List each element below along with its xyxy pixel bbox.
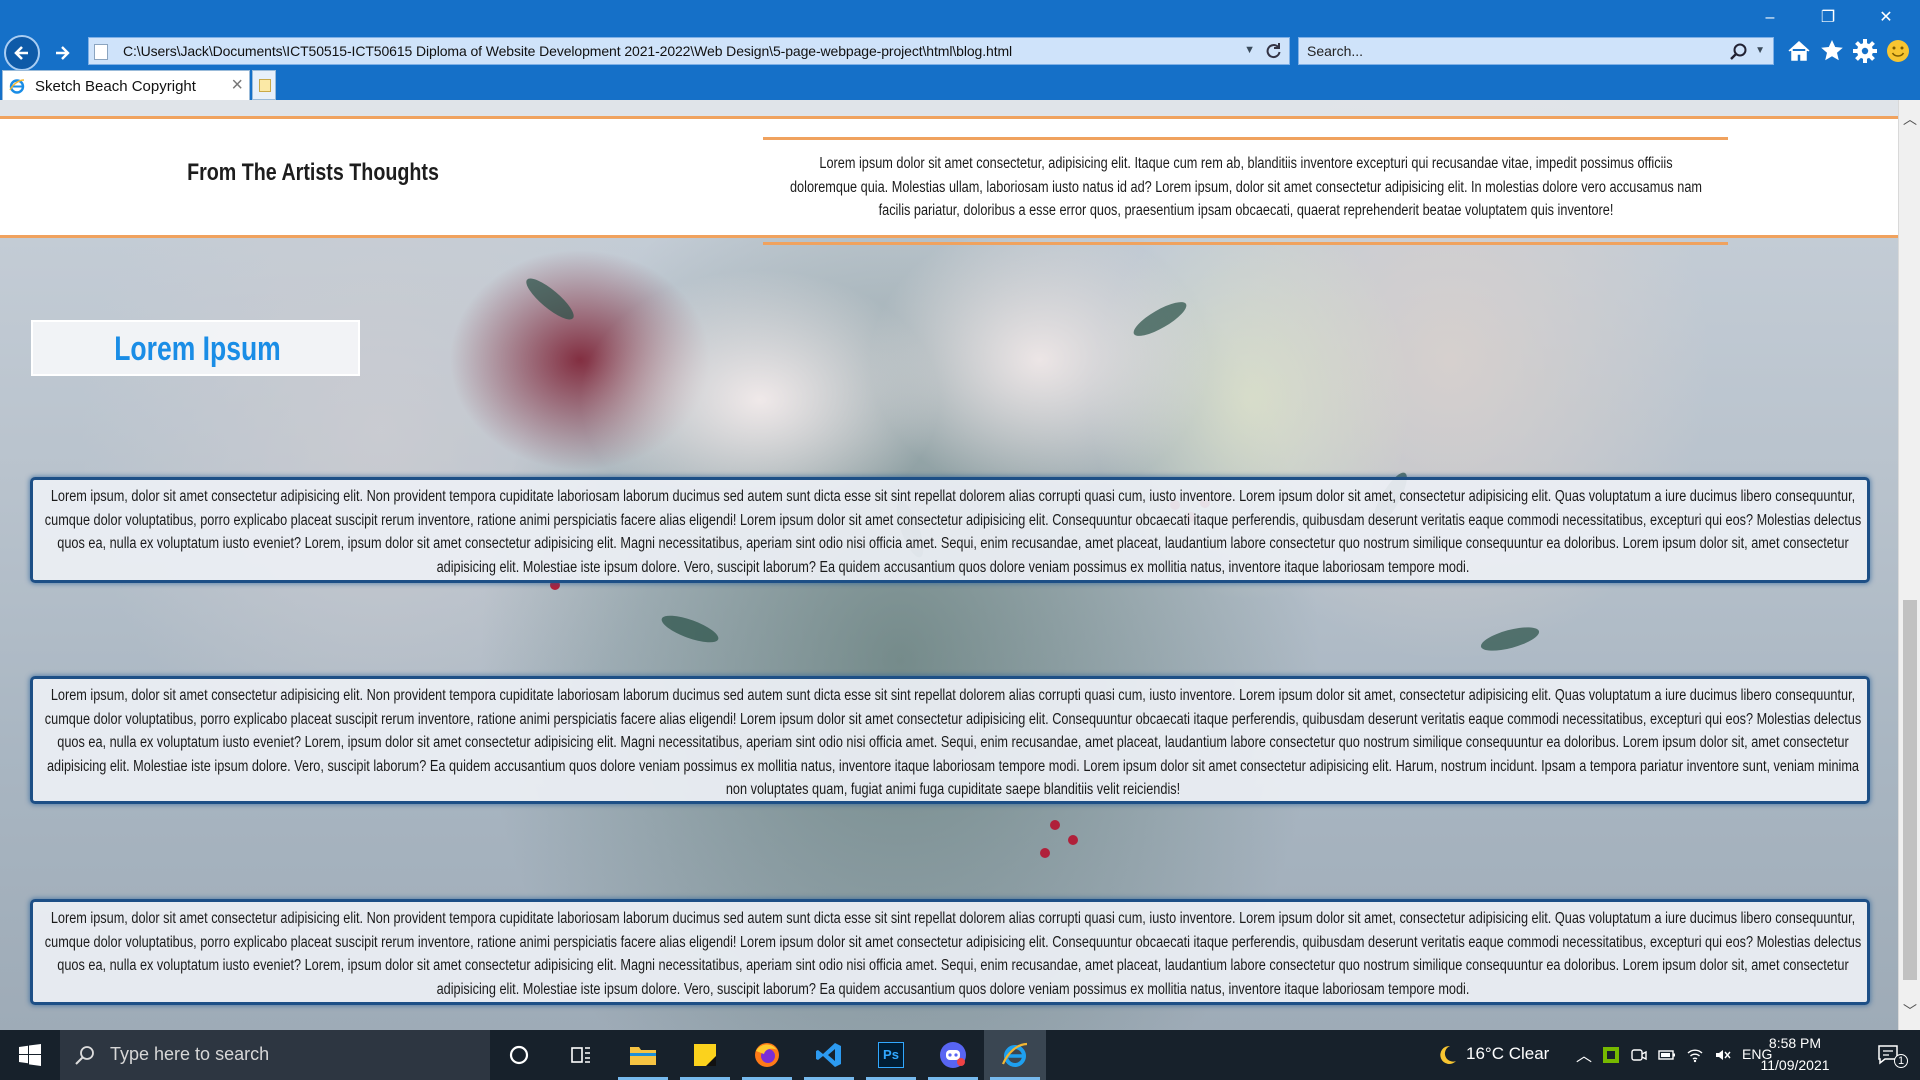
sticky-notes-button[interactable]	[674, 1030, 736, 1080]
favorites-star-icon[interactable]	[1818, 37, 1846, 65]
back-arrow-icon	[14, 46, 28, 60]
close-window-button[interactable]: ✕	[1866, 6, 1906, 30]
system-tray: 16°C Clear ︿ ENG 8:58 PM 11/09/2021 1	[1380, 1030, 1920, 1080]
page-viewport: From The Artists Thoughts Lorem ipsum do…	[0, 100, 1898, 1030]
firefox-button[interactable]	[736, 1030, 798, 1080]
vertical-scrollbar[interactable]: ︿ ﹀	[1898, 100, 1920, 1030]
search-dropdown-icon[interactable]: ▼	[1755, 45, 1765, 56]
discord-button[interactable]	[922, 1030, 984, 1080]
taskbar-search-box[interactable]: Type here to search	[60, 1030, 490, 1080]
show-hidden-icons-icon[interactable]: ︿	[1576, 1042, 1592, 1066]
tab-title: Sketch Beach Copyright	[35, 78, 196, 95]
file-explorer-button[interactable]	[612, 1030, 674, 1080]
background-leaf	[1129, 296, 1191, 342]
address-url[interactable]: C:\Users\Jack\Documents\ICT50515-ICT5061…	[123, 43, 1012, 59]
vscode-button[interactable]	[798, 1030, 860, 1080]
background-leaf	[1478, 622, 1542, 656]
smiley-feedback-icon[interactable]	[1884, 37, 1912, 65]
task-view-icon	[571, 1047, 590, 1063]
search-icon[interactable]	[1729, 42, 1749, 62]
moon-weather-icon	[1440, 1045, 1456, 1064]
scroll-down-arrow-icon[interactable]: ﹀	[1899, 1000, 1920, 1022]
cortana-button[interactable]	[488, 1030, 550, 1080]
home-icon[interactable]	[1785, 37, 1813, 65]
search-input[interactable]	[1307, 42, 1707, 60]
weather-text[interactable]: 16°C Clear	[1466, 1044, 1549, 1064]
address-dropdown-icon[interactable]: ▼	[1244, 44, 1255, 56]
browser-chrome: – ❐ ✕ C:\Users\Jack\Documents\ICT50515-I…	[0, 0, 1920, 100]
lorem-ipsum-heading: Lorem Ipsum	[114, 330, 281, 368]
background-berry	[1068, 835, 1078, 845]
wifi-icon[interactable]	[1686, 1046, 1704, 1064]
tab-bar: Sketch Beach Copyright ×	[0, 70, 1920, 100]
restore-button[interactable]: ❐	[1808, 6, 1848, 30]
discord-icon	[940, 1042, 966, 1068]
firefox-icon	[755, 1043, 779, 1067]
artist-thoughts-text: Lorem ipsum dolor sit amet consectetur, …	[789, 155, 1703, 219]
page-top-strip	[0, 100, 1898, 116]
blog-text-card: Lorem ipsum, dolor sit amet consectetur …	[30, 899, 1870, 1005]
forward-button[interactable]	[46, 37, 78, 69]
tab-close-icon[interactable]: ×	[231, 74, 243, 96]
meet-now-icon[interactable]	[1630, 1046, 1648, 1064]
forward-arrow-icon	[56, 46, 70, 60]
task-view-button[interactable]	[550, 1030, 612, 1080]
windows-logo-icon	[19, 1044, 41, 1066]
new-tab-button[interactable]	[252, 70, 276, 100]
volume-muted-icon[interactable]	[1714, 1046, 1732, 1064]
background-leaf	[658, 610, 722, 648]
start-button[interactable]	[0, 1030, 60, 1080]
scroll-up-arrow-icon[interactable]: ︿	[1899, 108, 1920, 130]
photoshop-icon: Ps	[878, 1042, 904, 1068]
ie-tab-icon	[9, 79, 25, 94]
cortana-icon	[509, 1045, 529, 1065]
artist-thoughts-section: From The Artists Thoughts Lorem ipsum do…	[0, 116, 1898, 245]
blog-text-paragraph: Lorem ipsum, dolor sit amet consectetur …	[44, 488, 1862, 576]
artist-thoughts-heading: From The Artists Thoughts	[187, 159, 439, 186]
gear-icon[interactable]	[1851, 37, 1879, 65]
file-explorer-icon	[630, 1047, 656, 1065]
sticky-notes-icon	[694, 1044, 716, 1066]
battery-icon[interactable]	[1658, 1046, 1676, 1064]
background-berry	[1040, 848, 1050, 858]
vscode-icon	[816, 1043, 841, 1067]
minimize-button[interactable]: –	[1750, 6, 1790, 30]
background-leaf	[521, 272, 579, 326]
back-button[interactable]	[4, 35, 40, 71]
new-tab-icon	[259, 79, 271, 92]
artist-thoughts-box: Lorem ipsum dolor sit amet consectetur, …	[763, 137, 1728, 245]
search-icon	[75, 1046, 94, 1065]
refresh-icon[interactable]	[1263, 41, 1283, 61]
photoshop-button[interactable]: Ps	[860, 1030, 922, 1080]
internet-explorer-button[interactable]	[984, 1030, 1046, 1080]
clock-time[interactable]: 8:58 PM	[1750, 1035, 1840, 1051]
tab-sketch-beach[interactable]: Sketch Beach Copyright ×	[2, 70, 250, 100]
search-box[interactable]: ▼	[1298, 37, 1774, 65]
taskbar-search-label: Type here to search	[110, 1044, 270, 1064]
background-berry	[1050, 820, 1060, 830]
blog-text-paragraph: Lorem ipsum, dolor sit amet consectetur …	[44, 910, 1862, 998]
notification-count-badge: 1	[1894, 1054, 1908, 1068]
internet-explorer-icon	[1001, 1042, 1028, 1067]
scrollbar-thumb[interactable]	[1903, 600, 1917, 980]
page-icon	[94, 44, 108, 60]
lorem-ipsum-heading-box: Lorem Ipsum	[31, 320, 360, 376]
windows-taskbar: Type here to search Ps 16°C Clear ︿ ENG …	[0, 1030, 1920, 1080]
address-bar[interactable]: C:\Users\Jack\Documents\ICT50515-ICT5061…	[88, 37, 1290, 65]
blog-text-paragraph: Lorem ipsum, dolor sit amet consectetur …	[44, 687, 1862, 799]
blog-text-card: Lorem ipsum, dolor sit amet consectetur …	[30, 676, 1870, 804]
blog-text-card: Lorem ipsum, dolor sit amet consectetur …	[30, 477, 1870, 583]
clock-date[interactable]: 11/09/2021	[1750, 1057, 1840, 1073]
nvidia-icon[interactable]	[1602, 1046, 1620, 1064]
